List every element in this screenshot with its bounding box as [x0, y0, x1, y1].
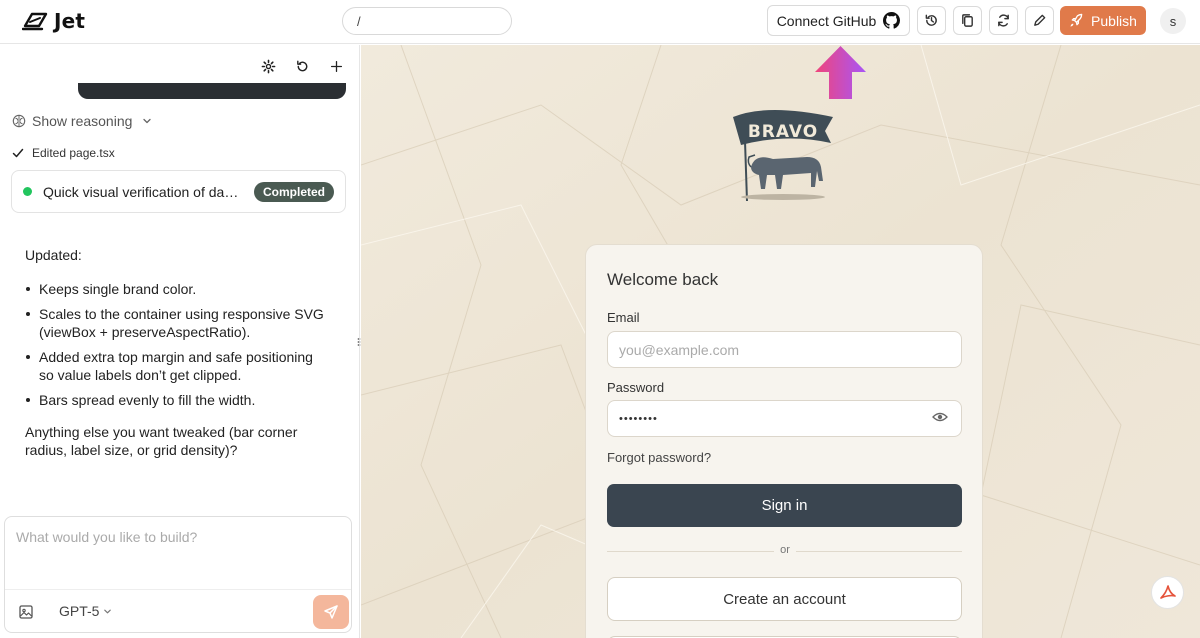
- edit-button[interactable]: [1025, 6, 1054, 35]
- eye-icon[interactable]: [932, 411, 948, 423]
- history-button[interactable]: [917, 6, 946, 35]
- preview-pane: BRAVO Welcome back Email Password Forgot…: [361, 45, 1200, 638]
- connect-github-button[interactable]: Connect GitHub: [767, 5, 910, 36]
- sign-in-button[interactable]: Sign in: [607, 484, 962, 527]
- status-badge: Completed: [253, 181, 334, 202]
- status-dot: [23, 187, 32, 196]
- brand-logo-text: BRAVO: [748, 122, 818, 142]
- create-account-button[interactable]: Create an account: [607, 577, 962, 621]
- composer-toolbar: GPT-5: [5, 589, 351, 633]
- jet-logo-icon: [22, 12, 48, 31]
- chat-toolbar: [259, 57, 345, 75]
- previous-message-bubble: [78, 83, 346, 99]
- chevron-down-icon: [143, 118, 152, 124]
- connect-github-label: Connect GitHub: [776, 12, 877, 29]
- message-outro: Anything else you want tweaked (bar corn…: [25, 424, 298, 458]
- new-chat-button[interactable]: [327, 57, 345, 75]
- arrow-up-icon: [815, 46, 866, 99]
- refresh-button[interactable]: [989, 6, 1018, 35]
- login-title: Welcome back: [607, 270, 719, 289]
- github-icon: [883, 12, 901, 29]
- password-label: Password: [607, 380, 665, 395]
- chat-panel: Show reasoning Edited page.tsx Quick vis…: [0, 45, 360, 638]
- pencil-icon: [1034, 14, 1046, 26]
- model-select[interactable]: GPT-5: [59, 603, 112, 619]
- top-bar: Jet Connect GitHub: [0, 0, 1200, 44]
- brand-logo: BRAVO: [727, 105, 837, 205]
- app-logo[interactable]: Jet: [22, 9, 85, 33]
- rocket-icon: [1070, 13, 1083, 27]
- undo-icon: [296, 60, 307, 71]
- prompt-input[interactable]: [5, 517, 351, 587]
- composer: GPT-5: [4, 516, 352, 633]
- brain-icon: [12, 114, 26, 128]
- path-input[interactable]: [342, 7, 512, 35]
- email-label: Email: [607, 310, 640, 325]
- bravo-cow-logo-icon: BRAVO: [733, 110, 833, 202]
- app-name: Jet: [54, 9, 86, 33]
- reset-button[interactable]: [293, 57, 311, 75]
- edited-file-row: Edited page.tsx: [12, 146, 115, 160]
- avatar[interactable]: s: [1160, 8, 1186, 34]
- edited-file-label: Edited page.tsx: [32, 146, 115, 160]
- show-reasoning-toggle[interactable]: Show reasoning: [12, 113, 152, 129]
- password-field[interactable]: [607, 400, 962, 437]
- model-label: GPT-5: [59, 603, 100, 619]
- task-text: Quick visual verification of dashboard: [43, 183, 244, 200]
- image-attach-icon[interactable]: [18, 604, 34, 620]
- plus-icon: [330, 60, 342, 72]
- history-icon: [925, 14, 937, 26]
- send-button[interactable]: [313, 595, 349, 629]
- send-icon: [324, 605, 338, 619]
- gear-icon: [261, 59, 275, 73]
- publish-label: Publish: [1091, 12, 1137, 29]
- task-card[interactable]: Quick visual verification of dashboard C…: [11, 170, 346, 213]
- message-intro: Updated:: [25, 247, 82, 263]
- show-reasoning-label: Show reasoning: [32, 113, 133, 129]
- email-field[interactable]: [607, 331, 962, 368]
- refresh-icon: [998, 14, 1009, 27]
- copy-icon: [962, 14, 973, 27]
- message-bullet: Keeps single brand color.: [25, 280, 330, 298]
- message-bullet: Bars spread evenly to fill the width.: [25, 391, 330, 409]
- publish-button[interactable]: Publish: [1060, 6, 1146, 35]
- forgot-password-link[interactable]: Forgot password?: [607, 450, 711, 465]
- assistant-message: Updated: Keeps single brand color. Scale…: [25, 246, 330, 459]
- check-icon: [12, 148, 24, 158]
- message-bullet: Scales to the container using responsive…: [25, 305, 330, 341]
- login-card: Welcome back Email Password Forgot passw…: [585, 244, 983, 638]
- message-bullet: Added extra top margin and safe position…: [25, 348, 330, 384]
- message-bullets: Keeps single brand color. Scales to the …: [25, 280, 330, 409]
- pdf-button[interactable]: [1151, 576, 1184, 609]
- or-label: or: [774, 544, 796, 556]
- settings-button[interactable]: [259, 57, 277, 75]
- copy-button[interactable]: [953, 6, 982, 35]
- chevron-down-icon: [104, 609, 112, 613]
- pdf-icon: [1159, 584, 1176, 599]
